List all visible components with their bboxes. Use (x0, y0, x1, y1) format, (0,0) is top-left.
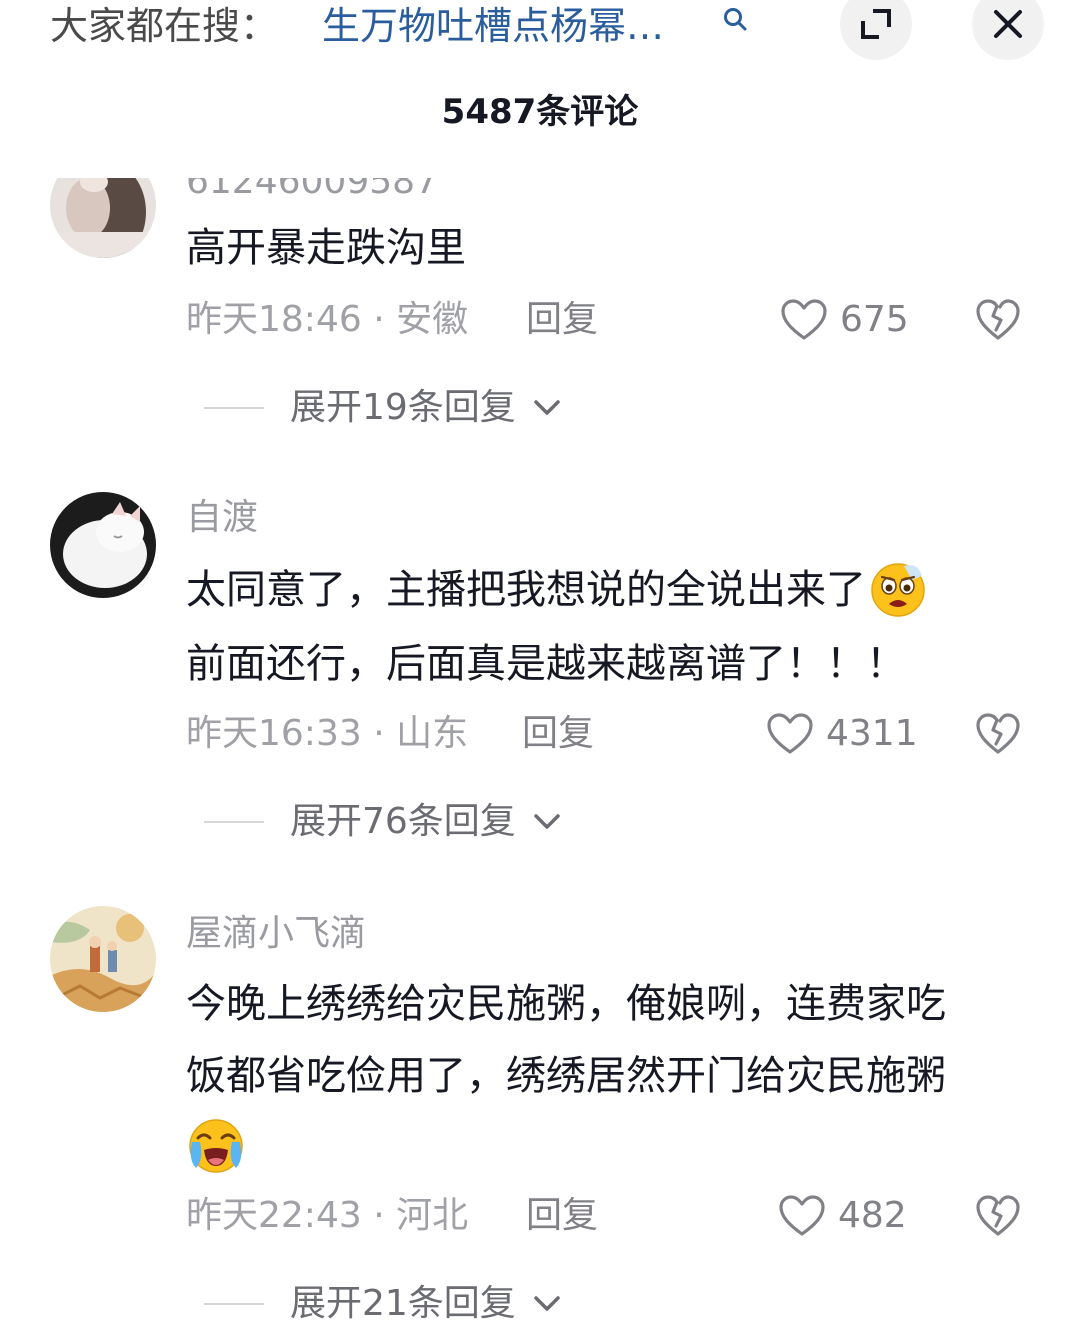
comment-text: 高开暴走跌沟里 (186, 225, 466, 271)
like-count: 675 (840, 299, 909, 340)
broken-heart-icon[interactable] (975, 298, 1021, 342)
avatar[interactable] (50, 492, 156, 598)
comment-text-line: 太同意了，主播把我想说的全说出来了 (186, 567, 866, 613)
reply-button[interactable]: 回复 (526, 298, 598, 342)
comment-meta: 昨天16:33 · 山东 (186, 713, 469, 754)
comment-username[interactable]: 屋滴小飞滴 (186, 912, 366, 956)
like-count: 4311 (826, 713, 918, 754)
chevron-down-icon (534, 814, 560, 829)
comment-text: 前面还行，后面真是越来越离谱了！！！ (186, 641, 906, 687)
heart-outline-icon[interactable] (778, 1194, 826, 1238)
comment-meta: 昨天18:46 · 安徽 (186, 299, 469, 340)
comment-count-title: 5487条评论 (441, 92, 639, 132)
expand-replies-button[interactable]: 展开19条回复 (204, 386, 584, 430)
comment-username[interactable]: 自渡 (186, 496, 258, 540)
worried-face-emoji (871, 563, 925, 617)
expand-replies-label: 展开19条回复 (290, 387, 516, 428)
expand-replies-label: 展开21条回复 (290, 1283, 516, 1324)
comment-text (186, 1108, 246, 1180)
broken-heart-icon[interactable] (975, 1194, 1021, 1238)
heart-outline-icon[interactable] (766, 712, 814, 756)
divider (204, 1303, 264, 1305)
chevron-down-icon (534, 400, 560, 415)
avatar[interactable] (50, 906, 156, 1012)
comment-text: 今晚上绣绣给灾民施粥，俺娘咧，连费家吃 (186, 981, 946, 1027)
comment-text: 饭都省吃俭用了，绣绣居然开门给灾民施粥 (186, 1053, 946, 1099)
expand-replies-button[interactable]: 展开21条回复 (204, 1282, 584, 1326)
broken-heart-icon[interactable] (975, 712, 1021, 756)
search-prefix-label: 大家都在搜： (50, 4, 279, 48)
search-suggestion-link[interactable]: 生万物吐槽点杨幂… (322, 2, 664, 50)
divider (204, 407, 264, 409)
heart-outline-icon[interactable] (780, 298, 828, 342)
crying-face-emoji (189, 1119, 243, 1173)
list-clip-overlay (0, 140, 1080, 178)
divider (204, 821, 264, 823)
chevron-down-icon (534, 1296, 560, 1311)
comment-meta: 昨天22:43 · 河北 (186, 1195, 469, 1236)
expand-replies-button[interactable]: 展开76条回复 (204, 800, 584, 844)
like-count: 482 (838, 1195, 907, 1236)
comment-text: 太同意了，主播把我想说的全说出来了 (186, 554, 928, 626)
expand-replies-label: 展开76条回复 (290, 801, 516, 842)
reply-button[interactable]: 回复 (526, 1194, 598, 1238)
close-button[interactable] (972, 0, 1044, 60)
search-icon[interactable] (722, 6, 748, 32)
expand-window-icon (861, 9, 891, 39)
expand-window-button[interactable] (840, 0, 912, 60)
close-icon (994, 10, 1022, 38)
top-search-bar: 大家都在搜： 生万物吐槽点杨幂… (0, 0, 1080, 60)
reply-button[interactable]: 回复 (522, 712, 594, 756)
